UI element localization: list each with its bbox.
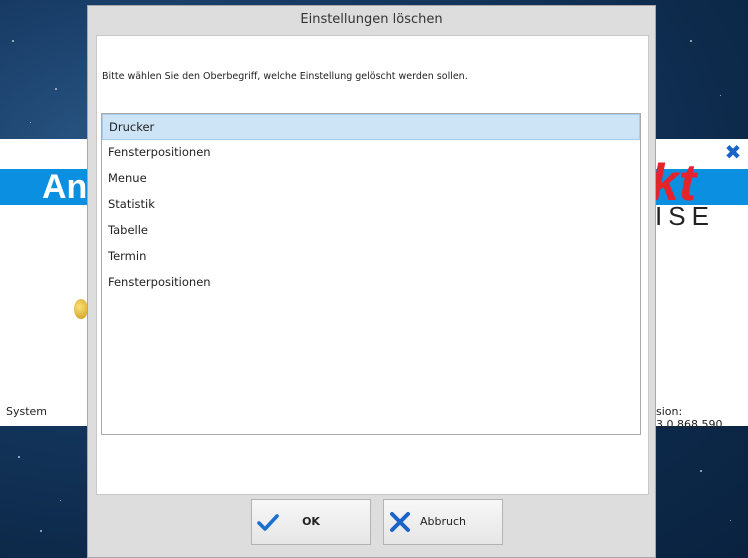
list-item[interactable]: Statistik: [102, 192, 640, 218]
settings-category-list[interactable]: Drucker Fensterpositionen Menue Statisti…: [101, 113, 641, 435]
close-icon[interactable]: ✖: [722, 141, 744, 163]
list-item[interactable]: Termin: [102, 244, 640, 270]
background-logo-subtitle: ISE: [655, 201, 715, 231]
cancel-button-label: Abbruch: [419, 515, 466, 528]
list-item[interactable]: Drucker: [102, 114, 640, 140]
background-banner-text: An: [42, 168, 88, 206]
ok-button-label: OK: [302, 515, 320, 528]
list-item[interactable]: Menue: [102, 166, 640, 192]
list-item[interactable]: Fensterpositionen: [102, 140, 640, 166]
coin-icon: [74, 299, 88, 319]
settings-delete-dialog: Einstellungen löschen Bitte wählen Sie d…: [87, 5, 656, 558]
cancel-button[interactable]: Abbruch: [383, 499, 503, 545]
list-item[interactable]: Tabelle: [102, 218, 640, 244]
instruction-text: Bitte wählen Sie den Oberbegriff, welche…: [102, 71, 468, 82]
ok-button[interactable]: OK: [251, 499, 371, 545]
version-label: sion: 3.0.868.590: [656, 405, 723, 431]
dialog-content: Bitte wählen Sie den Oberbegriff, welche…: [96, 35, 649, 495]
dialog-title: Einstellungen löschen: [300, 12, 443, 27]
list-item[interactable]: Fensterpositionen: [102, 270, 640, 296]
status-left: System: [6, 405, 48, 418]
